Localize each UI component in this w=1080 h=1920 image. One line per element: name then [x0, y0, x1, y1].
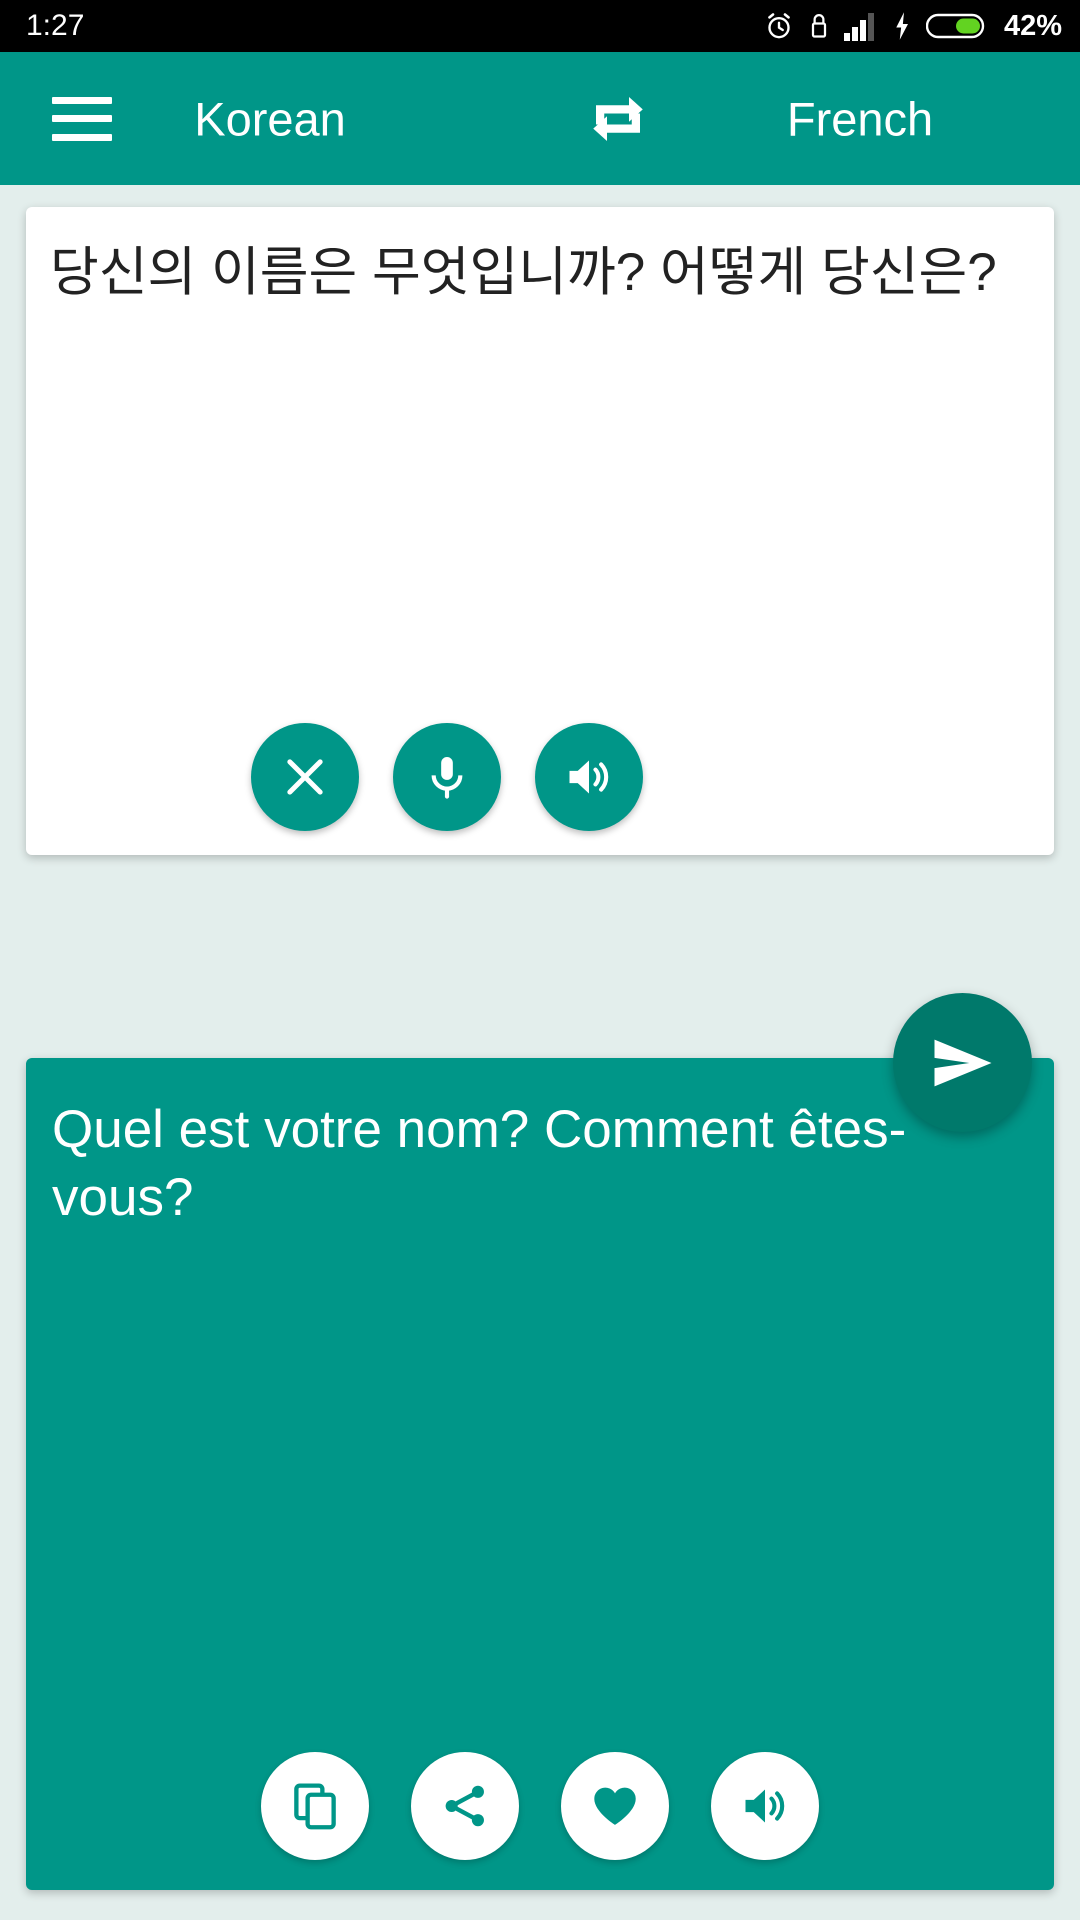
- charging-bolt-icon: [892, 11, 912, 41]
- target-language-selector[interactable]: French: [640, 91, 1080, 146]
- result-action-bar: [26, 1752, 1054, 1860]
- microphone-button[interactable]: [393, 723, 501, 831]
- microphone-icon: [422, 752, 472, 802]
- speak-result-button[interactable]: [711, 1752, 819, 1860]
- battery-percent-label: 42%: [1003, 9, 1062, 42]
- app-screen: 1:27 42% Korean French 당신의 이름은 무엇입니까? 어떻…: [0, 0, 1080, 1920]
- source-text-card: 당신의 이름은 무엇입니까? 어떻게 당신은?: [26, 207, 1054, 855]
- copy-button[interactable]: [261, 1752, 369, 1860]
- copy-icon: [289, 1780, 341, 1832]
- favorite-button[interactable]: [561, 1752, 669, 1860]
- status-bar: 1:27 42%: [0, 0, 1080, 52]
- app-bar: Korean French: [0, 52, 1080, 185]
- status-icons: 42%: [764, 10, 1062, 43]
- source-language-selector[interactable]: Korean: [0, 91, 540, 146]
- source-action-bar: [26, 723, 1054, 831]
- battery-icon: [925, 11, 986, 41]
- alarm-clock-icon: [764, 11, 794, 41]
- speaker-volume-icon: [739, 1780, 791, 1832]
- translation-result-card: Quel est votre nom? Comment êtes-vous?: [26, 1058, 1054, 1890]
- share-icon: [440, 1781, 490, 1831]
- source-text-input[interactable]: 당신의 이름은 무엇입니까? 어떻게 당신은?: [50, 239, 1032, 307]
- send-paper-plane-icon: [925, 1025, 1001, 1101]
- lock-icon: [808, 11, 830, 41]
- translate-send-button[interactable]: [893, 993, 1032, 1132]
- translation-result-text[interactable]: Quel est votre nom? Comment êtes-vous?: [52, 1096, 1032, 1232]
- signal-bars-icon: [843, 11, 878, 41]
- speaker-volume-icon: [563, 751, 615, 803]
- heart-icon: [588, 1779, 642, 1833]
- close-x-icon: [279, 751, 331, 803]
- speak-source-button[interactable]: [535, 723, 643, 831]
- share-button[interactable]: [411, 1752, 519, 1860]
- status-clock: 1:27: [26, 9, 85, 42]
- clear-button[interactable]: [251, 723, 359, 831]
